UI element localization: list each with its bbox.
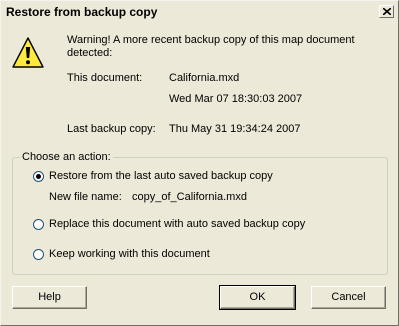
restore-backup-option-label[interactable]: Restore from the last auto saved backup … (49, 170, 273, 182)
cancel-button[interactable]: Cancel (311, 286, 386, 309)
restore-backup-radio[interactable] (33, 171, 44, 182)
warning-text-line2: detected: (67, 47, 113, 59)
replace-document-option-label[interactable]: Replace this document with auto saved ba… (49, 218, 305, 230)
keep-working-option-label[interactable]: Keep working with this document (49, 248, 210, 260)
replace-document-radio[interactable] (33, 219, 44, 230)
last-backup-label: Last backup copy: (67, 123, 156, 135)
this-document-date: Wed Mar 07 18:30:03 2007 (169, 93, 303, 105)
close-button[interactable] (379, 5, 394, 18)
last-backup-date: Thu May 31 19:34:24 2007 (169, 123, 301, 135)
window-title: Restore from backup copy (6, 5, 158, 19)
new-file-name-label: New file name: (49, 191, 122, 203)
title-bar[interactable]: Restore from backup copy (2, 2, 397, 22)
warning-text-line1: Warning! A more recent backup copy of th… (67, 34, 355, 46)
ok-button[interactable]: OK (219, 285, 296, 310)
action-group-label: Choose an action: (20, 151, 113, 163)
close-icon (383, 8, 391, 15)
new-file-name-value: copy_of_California.mxd (132, 191, 247, 203)
this-document-label: This document: (67, 72, 143, 84)
warning-icon (12, 37, 44, 68)
restore-backup-dialog: Restore from backup copy Warning! A more… (0, 0, 399, 326)
this-document-name: California.mxd (169, 72, 240, 84)
keep-working-radio[interactable] (33, 249, 44, 260)
help-button[interactable]: Help (12, 286, 87, 309)
